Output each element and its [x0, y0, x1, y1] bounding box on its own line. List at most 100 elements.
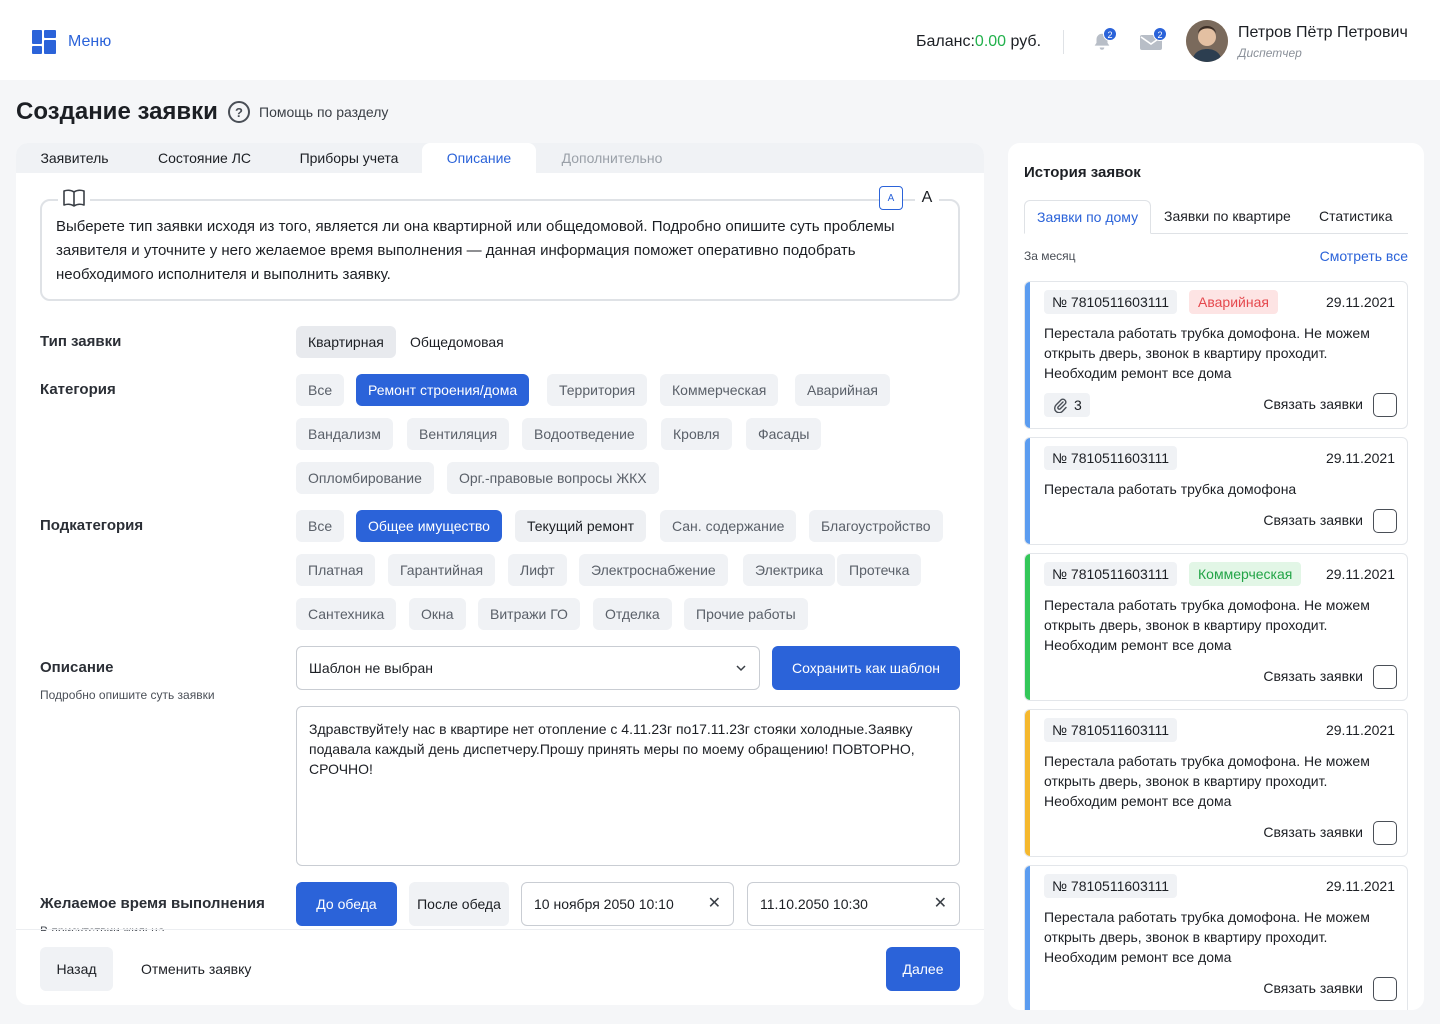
subcategory-chip[interactable]: Электрика	[743, 554, 836, 586]
category-chip[interactable]: Вандализм	[296, 418, 393, 450]
subcategory-chip[interactable]: Благоустройство	[809, 510, 943, 542]
category-chip[interactable]: Опломбирование	[296, 462, 434, 494]
before-lunch-button[interactable]: До обеда	[296, 882, 397, 926]
link-requests-checkbox[interactable]	[1373, 393, 1397, 417]
subcategory-chip[interactable]: Текущий ремонт	[515, 510, 647, 542]
link-requests-checkbox[interactable]	[1373, 977, 1397, 1001]
category-chip[interactable]: Кровля	[661, 418, 732, 450]
history-card[interactable]: № 7810511603111 29.11.2021 Перестала раб…	[1024, 437, 1408, 545]
clear-icon[interactable]: ✕	[934, 883, 947, 925]
history-panel: История заявок Заявки по дому Заявки по …	[1008, 143, 1424, 1010]
tab-description[interactable]: Описание	[422, 143, 536, 173]
category-chip[interactable]: Аварийная	[795, 374, 890, 406]
card-number: № 7810511603111	[1044, 562, 1178, 586]
font-size-large-button[interactable]: A	[915, 186, 939, 210]
category-chip[interactable]: Все	[296, 374, 345, 406]
menu-label: Меню	[68, 33, 112, 50]
category-chip[interactable]: Орг.-правовые вопросы ЖКХ	[447, 462, 659, 494]
save-template-button[interactable]: Сохранить как шаблон	[772, 646, 960, 690]
date-from-value: 10 ноября 2050 10:10	[534, 896, 674, 912]
messages-button[interactable]: 2	[1136, 27, 1167, 56]
info-hint: Выберете тип заявки исходя из того, явля…	[40, 199, 960, 301]
subcategory-chip[interactable]: Витражи ГО	[478, 598, 580, 630]
top-header: Меню Баланс:0.00 руб. 2 2 Петров Пётр Пе…	[0, 0, 1440, 80]
category-chip[interactable]: Ремонт строения/дома	[356, 374, 530, 406]
card-status-stripe	[1025, 438, 1030, 544]
period-label: За месяц	[1024, 249, 1076, 263]
tab-additional[interactable]: Дополнительно	[536, 143, 688, 173]
card-description: Перестала работать трубка домофона. Не м…	[1044, 909, 1370, 965]
description-sublabel: Подробно опишите суть заявки	[40, 688, 215, 702]
tab-account-state[interactable]: Состояние ЛС	[133, 143, 276, 173]
subcategory-chip[interactable]: Электроснабжение	[579, 554, 728, 586]
page-title: Создание заявки	[16, 98, 218, 125]
grid-menu-icon	[32, 30, 56, 54]
time-label: Желаемое время выполнения	[40, 895, 265, 912]
link-requests-checkbox[interactable]	[1373, 509, 1397, 533]
balance-label: Баланс:	[916, 33, 975, 50]
history-card[interactable]: № 7810511603111 29.11.2021 Перестала раб…	[1024, 709, 1408, 857]
history-card[interactable]: № 7810511603111 Аварийная 29.11.2021 Пер…	[1024, 281, 1408, 429]
category-chip[interactable]: Территория	[547, 374, 648, 406]
menu-button[interactable]: Меню	[32, 30, 111, 54]
header-divider	[1063, 30, 1064, 54]
card-tag: Коммерческая	[1189, 562, 1302, 586]
help-link[interactable]: ? Помощь по разделу	[228, 101, 388, 123]
user-photo-icon	[1186, 20, 1228, 62]
balance: Баланс:0.00 руб.	[916, 33, 1041, 51]
request-form-panel: Заявитель Состояние ЛС Приборы учета Опи…	[16, 143, 984, 1005]
card-status-stripe	[1025, 866, 1030, 1010]
subcategory-chip[interactable]: Сан. содержание	[660, 510, 797, 542]
form-tabs: Заявитель Состояние ЛС Приборы учета Опи…	[16, 143, 984, 173]
tab-house-requests[interactable]: Заявки по дому	[1024, 200, 1152, 234]
subcategory-chip[interactable]: Протечка	[837, 554, 922, 586]
type-house-chip[interactable]: Общедомовая	[398, 326, 516, 358]
subcategory-chip[interactable]: Отделка	[593, 598, 672, 630]
card-number: № 7810511603111	[1044, 718, 1178, 742]
category-chip[interactable]: Коммерческая	[660, 374, 779, 406]
card-status-stripe	[1025, 710, 1030, 856]
subcategory-chip[interactable]: Общее имущество	[356, 510, 502, 542]
tab-apartment-requests[interactable]: Заявки по квартире	[1152, 200, 1303, 234]
cancel-request-button[interactable]: Отменить заявку	[141, 961, 251, 977]
type-apartment-chip[interactable]: Квартирная	[296, 326, 396, 358]
category-chip[interactable]: Водоотведение	[522, 418, 647, 450]
subcategory-chip[interactable]: Все	[296, 510, 345, 542]
date-from-input[interactable]: 10 ноября 2050 10:10 ✕	[521, 882, 734, 926]
tab-statistics[interactable]: Статистика	[1307, 200, 1405, 234]
link-requests-checkbox[interactable]	[1373, 665, 1397, 689]
link-requests-label: Связать заявки	[1263, 980, 1363, 996]
see-all-link[interactable]: Смотреть все	[1320, 248, 1408, 264]
after-lunch-button[interactable]: После обеда	[409, 882, 509, 926]
tab-meters[interactable]: Приборы учета	[276, 143, 422, 173]
type-label: Тип заявки	[40, 333, 122, 350]
tab-applicant[interactable]: Заявитель	[16, 143, 133, 173]
notifications-button[interactable]: 2	[1088, 27, 1117, 56]
template-select[interactable]: Шаблон не выбран	[296, 646, 760, 690]
subcategory-chip[interactable]: Сантехника	[296, 598, 397, 630]
subcategory-chip[interactable]: Окна	[409, 598, 466, 630]
subcategory-chip[interactable]: Платная	[296, 554, 376, 586]
link-requests-checkbox[interactable]	[1373, 821, 1397, 845]
category-chip[interactable]: Вентиляция	[407, 418, 510, 450]
clear-icon[interactable]: ✕	[708, 883, 721, 925]
subcategory-chip[interactable]: Прочие работы	[684, 598, 808, 630]
font-size-small-button[interactable]: A	[879, 186, 903, 210]
next-button[interactable]: Далее	[886, 947, 960, 991]
avatar[interactable]	[1186, 20, 1228, 62]
subcategory-chip[interactable]: Лифт	[508, 554, 567, 586]
date-to-value: 11.10.2050 10:30	[760, 896, 868, 912]
card-date: 29.11.2021	[1325, 450, 1395, 466]
attachments-button[interactable]: 3	[1044, 393, 1090, 417]
date-to-input[interactable]: 11.10.2050 10:30 ✕	[747, 882, 960, 926]
category-chip[interactable]: Фасады	[746, 418, 822, 450]
subcategory-chip[interactable]: Гарантийная	[388, 554, 496, 586]
messages-badge: 2	[1153, 27, 1167, 41]
back-button[interactable]: Назад	[40, 947, 113, 991]
card-date: 29.11.2021	[1325, 566, 1395, 582]
description-textarea[interactable]: Здравствуйте!у нас в квартире нет отопле…	[296, 706, 960, 866]
card-status-stripe	[1025, 282, 1030, 428]
link-requests-label: Связать заявки	[1263, 824, 1363, 840]
history-card[interactable]: № 7810511603111 Коммерческая 29.11.2021 …	[1024, 553, 1408, 701]
history-card[interactable]: № 7810511603111 29.11.2021 Перестала раб…	[1024, 865, 1408, 1010]
